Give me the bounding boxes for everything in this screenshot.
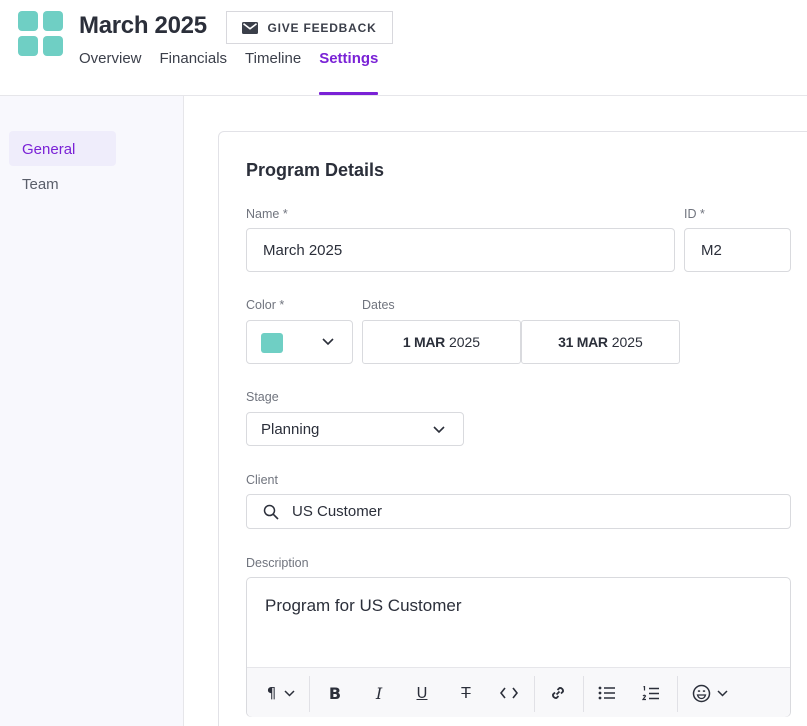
- id-value: M2: [701, 241, 722, 259]
- client-search-input[interactable]: US Customer: [246, 494, 791, 529]
- app-header: March 2025 GIVE FEEDBACK Overview Financ…: [0, 0, 807, 96]
- id-input[interactable]: M2: [684, 228, 791, 272]
- bullet-list-icon: [598, 686, 615, 700]
- numbered-list-icon: [642, 685, 659, 700]
- section-title: Program Details: [246, 160, 385, 180]
- name-value: March 2025: [263, 241, 343, 259]
- stage-label: Stage: [246, 390, 279, 404]
- link-icon: [552, 687, 564, 699]
- description-editor[interactable]: Program for US Customer ¶ B I U T: [246, 577, 791, 717]
- tab-financials[interactable]: Financials: [160, 48, 228, 95]
- stage-value: Planning: [261, 420, 320, 438]
- italic-button[interactable]: I: [367, 668, 391, 718]
- client-label: Client: [246, 473, 278, 487]
- emoji-button[interactable]: [689, 668, 731, 718]
- description-value: Program for US Customer: [265, 596, 462, 615]
- sidebar-item-general[interactable]: General: [9, 131, 116, 166]
- paragraph-icon: ¶: [266, 684, 277, 702]
- bullet-list-button[interactable]: [595, 668, 619, 718]
- underline-button[interactable]: U: [410, 668, 434, 718]
- give-feedback-label: GIVE FEEDBACK: [267, 20, 377, 35]
- start-date-year: 2025: [448, 334, 481, 350]
- bold-button[interactable]: B: [323, 668, 347, 718]
- toolbar-divider: [583, 676, 584, 712]
- main-tabs: Overview Financials Timeline Settings: [79, 48, 379, 96]
- link-button[interactable]: [546, 668, 570, 718]
- end-date-daymonth: 31 MAR: [558, 334, 608, 350]
- code-button[interactable]: [497, 668, 521, 718]
- tab-overview[interactable]: Overview: [79, 48, 142, 95]
- chevron-down-icon: [717, 689, 728, 697]
- code-icon: [500, 687, 518, 699]
- tab-settings[interactable]: Settings: [319, 48, 379, 95]
- chevron-down-icon: [284, 689, 295, 697]
- settings-sidebar: General Team: [0, 96, 184, 726]
- stage-select[interactable]: Planning: [246, 412, 464, 446]
- dates-label: Dates: [362, 298, 395, 312]
- page-title: March 2025: [79, 12, 207, 39]
- numbered-list-button[interactable]: [639, 668, 663, 718]
- underline-icon: U: [416, 684, 428, 702]
- description-label: Description: [246, 556, 309, 570]
- end-date-button[interactable]: 31 MAR 2025: [521, 320, 680, 364]
- sidebar-item-team[interactable]: Team: [9, 166, 116, 201]
- end-date-year: 2025: [611, 334, 643, 350]
- search-icon: [263, 504, 279, 520]
- tab-timeline[interactable]: Timeline: [245, 48, 301, 95]
- name-input[interactable]: March 2025: [246, 228, 675, 272]
- app-logo-icon: [18, 11, 63, 56]
- name-label: Name *: [246, 207, 288, 221]
- start-date-daymonth: 1 MAR: [402, 334, 445, 350]
- client-value: US Customer: [292, 503, 383, 520]
- paragraph-style-button[interactable]: ¶: [259, 668, 303, 718]
- toolbar-divider: [534, 676, 535, 712]
- chevron-down-icon: [433, 426, 445, 434]
- editor-toolbar: ¶ B I U T: [247, 667, 790, 717]
- start-date-button[interactable]: 1 MAR 2025: [362, 320, 521, 364]
- italic-icon: I: [375, 683, 383, 703]
- toolbar-divider: [309, 676, 310, 712]
- strikethrough-icon: T: [461, 684, 471, 702]
- id-label: ID *: [684, 207, 705, 221]
- emoji-icon: [692, 684, 711, 702]
- toolbar-divider: [677, 676, 678, 712]
- color-select[interactable]: [246, 320, 353, 364]
- strikethrough-button[interactable]: T: [454, 668, 478, 718]
- give-feedback-button[interactable]: GIVE FEEDBACK: [226, 11, 393, 44]
- envelope-icon: [242, 21, 259, 34]
- color-label: Color *: [246, 298, 285, 312]
- color-swatch: [261, 333, 283, 353]
- bold-icon: B: [328, 683, 342, 703]
- chevron-down-icon: [322, 338, 334, 346]
